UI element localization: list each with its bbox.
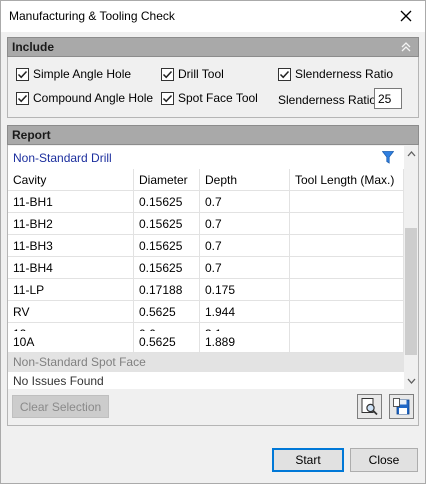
magnify-document-icon (361, 398, 378, 416)
diameter-cell: 0.5625 (134, 331, 200, 353)
table-row[interactable]: 11-BH4 0.15625 0.7 (8, 257, 404, 279)
report-header-label: Report (12, 128, 51, 142)
diameter-cell: 0.15625 (134, 191, 200, 213)
diameter-cell: 0.15625 (134, 213, 200, 235)
simple-angle-hole-checkbox[interactable]: Simple Angle Hole (16, 67, 131, 81)
table-row[interactable]: 11-BH3 0.15625 0.7 (8, 235, 404, 257)
tool-length-cell (290, 213, 404, 235)
column-header-cavity[interactable]: Cavity (8, 169, 134, 191)
group-row-non-standard-spot-face[interactable]: Non-Standard Spot Face (8, 350, 404, 372)
save-report-button[interactable] (389, 394, 414, 419)
cavity-cell: 10A (8, 331, 134, 353)
tool-length-cell (290, 279, 404, 301)
column-header-depth[interactable]: Depth (200, 169, 290, 191)
checkbox-label: Compound Angle Hole (33, 91, 154, 105)
cavity-cell: 11-BH4 (8, 257, 134, 279)
diameter-cell: 0.15625 (134, 257, 200, 279)
title-bar: Manufacturing & Tooling Check (1, 1, 425, 32)
slenderness-ratio-label: Slenderness Ratio (278, 93, 377, 107)
column-header-row: Cavity Diameter Depth Tool Length (Max.) (8, 169, 404, 191)
no-issues-message-row: No Issues Found (8, 372, 404, 389)
table-row[interactable]: 11-BH1 0.15625 0.7 (8, 191, 404, 213)
close-window-icon[interactable] (393, 3, 419, 29)
column-header-tool-length[interactable]: Tool Length (Max.) (290, 169, 404, 191)
scrollbar-thumb[interactable] (405, 228, 417, 355)
checkbox-check-icon (16, 91, 29, 105)
diameter-cell: 0.5625 (134, 301, 200, 323)
cavity-cell: 11-BH3 (8, 235, 134, 257)
slenderness-ratio-checkbox[interactable]: Slenderness Ratio (278, 67, 393, 81)
checkbox-label: Slenderness Ratio (295, 67, 394, 81)
cavity-cell: RV (8, 301, 134, 323)
tool-length-cell (290, 235, 404, 257)
diameter-cell: 0.17188 (134, 279, 200, 301)
tool-length-cell (290, 301, 404, 323)
compound-angle-hole-checkbox[interactable]: Compound Angle Hole (16, 91, 153, 105)
checkbox-check-icon (278, 67, 291, 81)
table-row[interactable]: RV 0.5625 1.944 (8, 301, 404, 323)
checkbox-check-icon (16, 67, 29, 81)
depth-cell: 0.7 (200, 257, 290, 279)
table-row[interactable]: 10A 0.5625 1.889 (8, 331, 404, 353)
spot-face-tool-checkbox[interactable]: Spot Face Tool (161, 91, 258, 105)
tool-length-cell (290, 331, 404, 353)
collapse-chevron-icon[interactable] (400, 41, 412, 53)
clear-selection-button[interactable]: Clear Selection (12, 395, 109, 418)
filter-icon[interactable] (381, 151, 395, 167)
report-scrollbar[interactable] (404, 146, 418, 389)
save-disk-icon (393, 398, 410, 415)
tool-length-cell (290, 257, 404, 279)
report-section-header: Report (7, 125, 419, 145)
depth-cell: 0.7 (200, 235, 290, 257)
cavity-cell: 11-LP (8, 279, 134, 301)
table-row[interactable]: 11-BH2 0.15625 0.7 (8, 213, 404, 235)
cavity-cell: 11-BH2 (8, 213, 134, 235)
depth-cell: 0.7 (200, 213, 290, 235)
group-row-non-standard-drill[interactable]: Non-Standard Drill (8, 146, 404, 168)
zoom-report-button[interactable] (357, 394, 382, 419)
cavity-cell: 11-BH1 (8, 191, 134, 213)
group-title: Non-Standard Spot Face (13, 355, 146, 369)
column-header-diameter[interactable]: Diameter (134, 169, 200, 191)
checkbox-check-icon (161, 67, 174, 81)
checkbox-label: Spot Face Tool (178, 91, 258, 105)
slenderness-ratio-input[interactable] (374, 88, 402, 109)
checkbox-label: Drill Tool (178, 67, 224, 81)
checkbox-check-icon (161, 91, 174, 105)
tool-length-cell (290, 191, 404, 213)
scroll-down-arrow-icon[interactable] (404, 373, 418, 389)
depth-cell: 1.944 (200, 301, 290, 323)
no-issues-message: No Issues Found (13, 374, 104, 388)
close-button[interactable]: Close (350, 448, 418, 472)
include-section-header: Include (7, 37, 419, 57)
include-header-label: Include (12, 40, 55, 54)
depth-cell: 0.175 (200, 279, 290, 301)
table-row[interactable]: 11-LP 0.17188 0.175 (8, 279, 404, 301)
scroll-up-arrow-icon[interactable] (404, 146, 418, 162)
depth-cell: 0.7 (200, 191, 290, 213)
dialog-window: Manufacturing & Tooling Check Include Si… (0, 0, 426, 484)
group-title: Non-Standard Drill (13, 151, 112, 165)
window-title: Manufacturing & Tooling Check (9, 9, 175, 23)
diameter-cell: 0.15625 (134, 235, 200, 257)
depth-cell: 1.889 (200, 331, 290, 353)
drill-tool-checkbox[interactable]: Drill Tool (161, 67, 224, 81)
start-button[interactable]: Start (272, 448, 344, 472)
checkbox-label: Simple Angle Hole (33, 67, 132, 81)
